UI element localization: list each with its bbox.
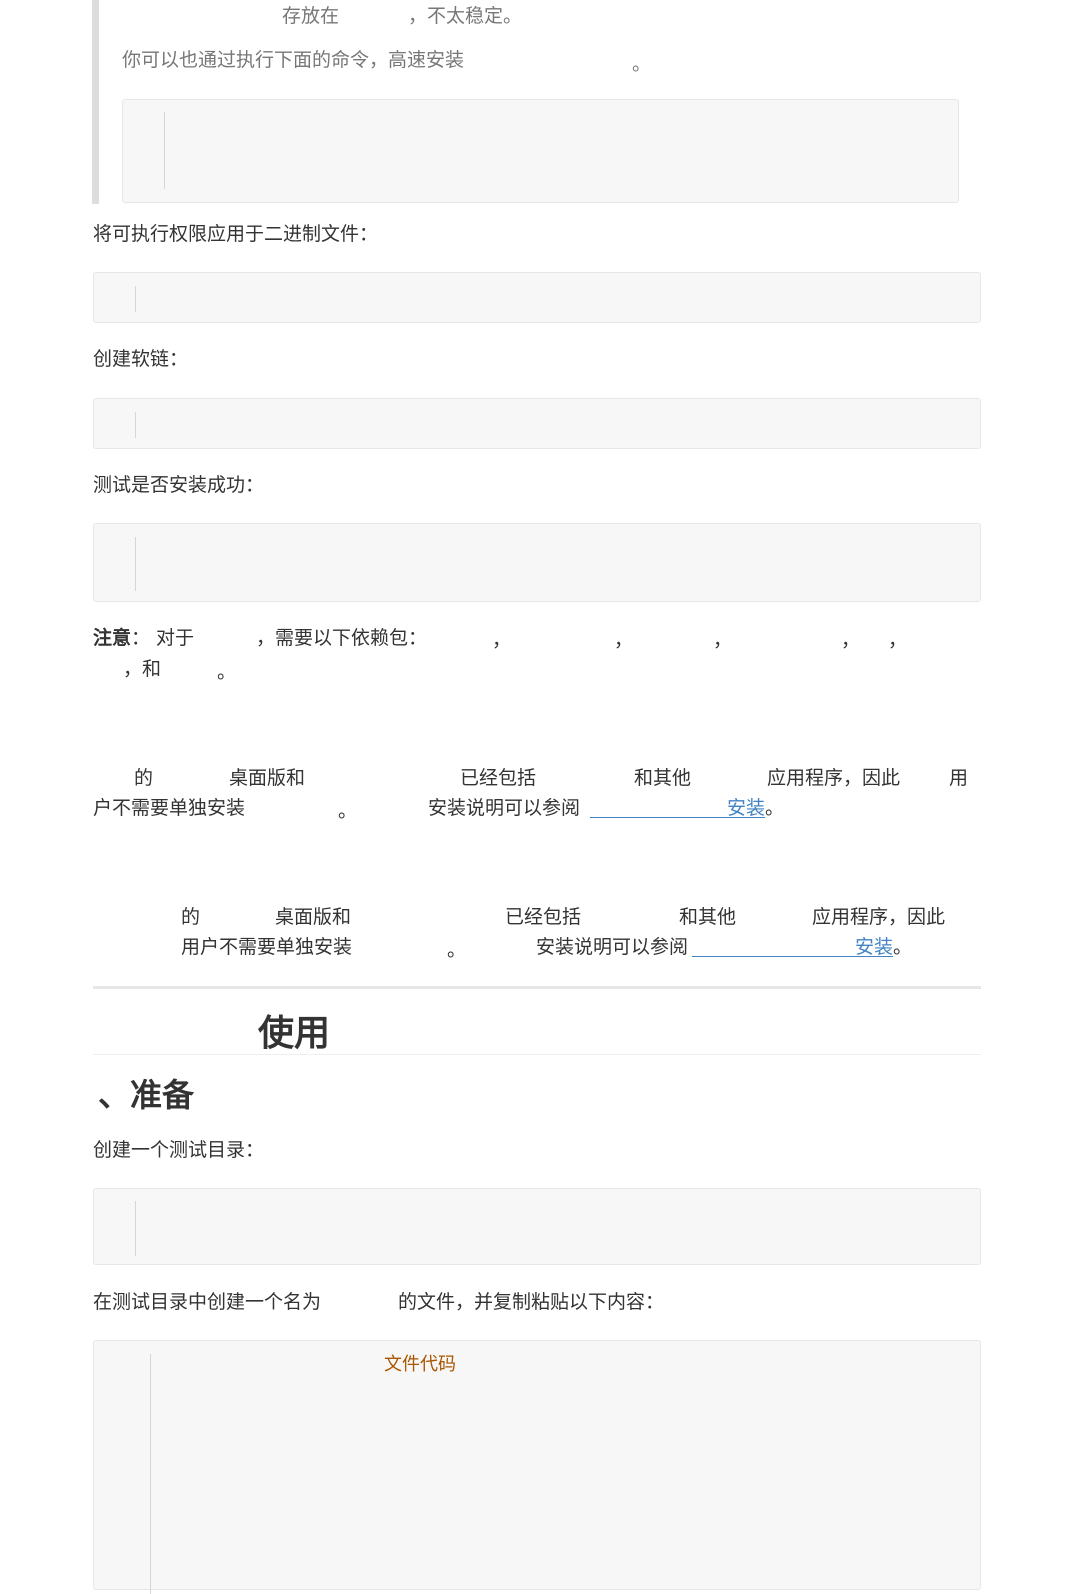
- desktop2-part: 用户不需要单独安装: [181, 936, 353, 958]
- desktop1-end: 。: [765, 797, 785, 819]
- heading-underline: [93, 1054, 981, 1055]
- code-gutter-line: [135, 1201, 136, 1256]
- desktop1-part: 和其他: [634, 767, 692, 789]
- install-link[interactable]: 安装: [855, 935, 893, 959]
- desktop1-part: 桌面版和: [229, 767, 306, 789]
- install-link[interactable]: 安装: [727, 796, 765, 820]
- note-and: ，和: [123, 658, 162, 680]
- desktop1-part: 户不需要单独安装: [93, 797, 246, 819]
- mkdir-code-block[interactable]: [93, 1188, 981, 1265]
- quote-code-block[interactable]: [122, 99, 959, 203]
- note-comma: ，: [841, 629, 861, 651]
- desktop2-part: 和其他: [679, 906, 737, 928]
- code-gutter-line: [135, 412, 136, 438]
- note-comma: ，: [713, 629, 733, 651]
- desktop1-part: 用: [949, 767, 969, 789]
- quote-line1-a: 存放在: [282, 5, 340, 27]
- desktop1-part: 已经包括: [460, 767, 537, 789]
- quote-line2-a: 你可以也通过执行下面的命令，高速安装: [122, 49, 465, 71]
- mkdir-intro: 创建一个测试目录：: [93, 1139, 265, 1161]
- desktop2-part: 。: [447, 939, 467, 961]
- chmod-intro: 将可执行权限应用于二进制文件：: [93, 223, 379, 245]
- symlink-code-block[interactable]: [93, 398, 981, 449]
- verify-code-block[interactable]: [93, 523, 981, 602]
- note-comma: ，: [492, 629, 512, 651]
- chmod-code-block[interactable]: [93, 272, 981, 323]
- usage-heading: 使用: [258, 1012, 331, 1054]
- code-gutter-line: [150, 1354, 151, 1594]
- desktop1-part: 的: [134, 767, 154, 789]
- desktop2-end: 。: [893, 936, 913, 958]
- verify-intro: 测试是否安装成功：: [93, 474, 265, 496]
- quote-line1-b: ，不太稳定。: [408, 5, 523, 27]
- note-label: 注意: [93, 627, 132, 649]
- code-gutter-line: [164, 112, 165, 189]
- desktop2-part: 应用程序，因此: [812, 906, 946, 928]
- code-gutter-line: [135, 537, 136, 591]
- desktop1-part: 应用程序，因此: [767, 767, 901, 789]
- file-intro-b: 的文件，并复制粘贴以下内容：: [398, 1291, 665, 1313]
- install-link-underline: [590, 817, 727, 818]
- note-comma: ，: [614, 629, 634, 651]
- section-divider: [93, 986, 981, 989]
- desktop2-part: 已经包括: [505, 906, 582, 928]
- file-intro-a: 在测试目录中创建一个名为: [93, 1291, 322, 1313]
- desktop2-part: 安装说明可以参阅: [536, 936, 689, 958]
- code-comment: 文件代码: [384, 1354, 456, 1375]
- note-text-b: ，需要以下依赖包：: [256, 627, 428, 649]
- desktop1-part: 安装说明可以参阅: [428, 797, 581, 819]
- desktop1-part: 。: [338, 800, 358, 822]
- code-gutter-line: [135, 286, 136, 312]
- note-comma: ，: [888, 629, 908, 651]
- desktop2-part: 桌面版和: [275, 906, 352, 928]
- quote-line2-b: 。: [632, 53, 652, 75]
- blockquote-bar: [92, 0, 99, 204]
- prepare-heading: 、准备: [98, 1076, 195, 1114]
- symlink-intro: 创建软链：: [93, 348, 189, 370]
- install-link-underline: [692, 956, 855, 957]
- desktop2-part: 的: [181, 906, 201, 928]
- document-page: 存放在 ，不太稳定。 你可以也通过执行下面的命令，高速安装 。 将可执行权限应用…: [0, 0, 1076, 1594]
- note-colon: ：: [131, 627, 151, 649]
- note-text-a: 对于: [156, 627, 195, 649]
- file-code-block[interactable]: 文件代码: [93, 1340, 981, 1594]
- note-period: 。: [217, 661, 237, 683]
